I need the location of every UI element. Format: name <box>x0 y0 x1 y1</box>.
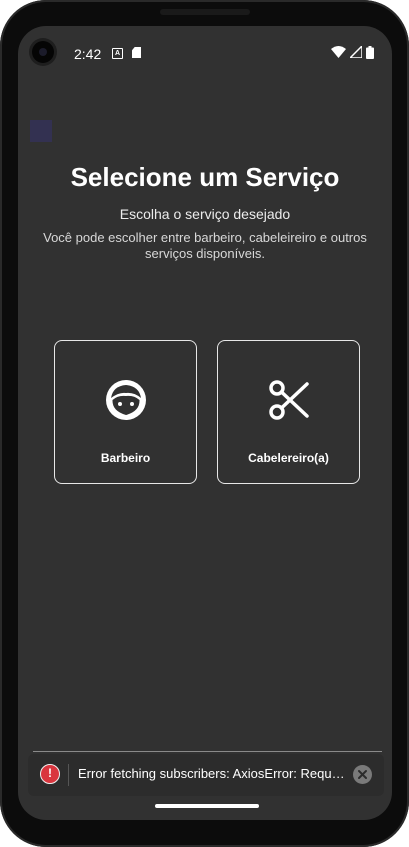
toast-message: Error fetching subscribers: AxiosError: … <box>78 766 350 781</box>
error-icon: ! <box>40 764 60 784</box>
page-subtitle: Escolha o serviço desejado <box>119 206 291 222</box>
decorative-square <box>30 120 52 142</box>
front-camera <box>32 41 54 63</box>
error-toast[interactable]: ! Error fetching subscribers: AxiosError… <box>28 754 384 796</box>
wifi-icon <box>331 46 346 58</box>
face-icon <box>105 380 146 420</box>
toast-separator <box>68 764 69 786</box>
status-time: 2:42 <box>74 46 102 62</box>
service-card-cabelereiro[interactable]: Cabelereiro(a) <box>217 340 360 484</box>
screen: 2:42 A Selecione um Serviço Escolha o se… <box>18 26 392 820</box>
close-x-icon <box>358 770 367 779</box>
phone-frame: 2:42 A Selecione um Serviço Escolha o se… <box>0 0 409 847</box>
phone-speaker-slot <box>160 9 250 15</box>
service-label-cabelereiro: Cabelereiro(a) <box>248 451 329 465</box>
page-description: Você pode escolher entre barbeiro, cabel… <box>43 230 367 261</box>
close-icon[interactable] <box>353 765 372 784</box>
status-right-icons <box>331 45 374 59</box>
sd-card-icon <box>132 47 141 58</box>
toast-divider <box>33 751 382 752</box>
notification-a-icon: A <box>112 48 123 59</box>
service-card-barbeiro[interactable]: Barbeiro <box>54 340 197 484</box>
service-label-barbeiro: Barbeiro <box>100 451 151 465</box>
signal-icon <box>350 46 362 58</box>
page-title: Selecione um Serviço <box>70 162 340 192</box>
home-indicator[interactable] <box>155 804 259 808</box>
scissors-icon <box>268 380 309 420</box>
battery-icon <box>366 45 374 59</box>
